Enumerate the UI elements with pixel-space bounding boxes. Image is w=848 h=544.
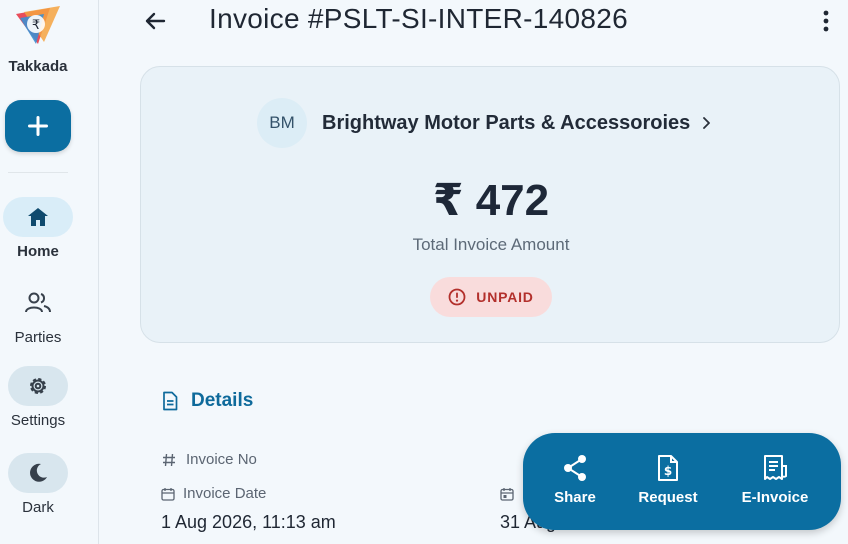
hash-icon <box>163 453 175 466</box>
sidebar-item-home[interactable]: Home <box>0 197 76 260</box>
moon-icon <box>30 463 47 482</box>
chevron-right-icon <box>703 117 711 129</box>
sidebar-item-label: Dark <box>22 499 54 516</box>
app-name: Takkada <box>8 58 68 75</box>
share-button[interactable]: Share <box>541 453 609 506</box>
request-button[interactable]: $ Request <box>629 453 707 506</box>
arrow-left-icon <box>145 12 166 30</box>
invoice-no-label: Invoice No <box>161 451 257 468</box>
document-rupee-icon: $ <box>658 455 678 481</box>
sidebar: ₹ Takkada Home Parties Settings Dark <box>0 0 99 544</box>
sidebar-item-dark[interactable]: Dark <box>0 453 76 516</box>
share-icon <box>564 455 586 481</box>
e-invoice-button[interactable]: E-Invoice <box>731 453 819 506</box>
e-invoice-label: E-Invoice <box>741 489 809 506</box>
share-label: Share <box>554 489 596 506</box>
request-label: Request <box>638 489 698 506</box>
status-label: UNPAID <box>476 289 534 305</box>
details-heading: Details <box>191 390 254 411</box>
home-icon <box>28 208 48 226</box>
more-options-button[interactable] <box>816 6 836 36</box>
svg-text:₹: ₹ <box>32 18 40 33</box>
sidebar-item-settings[interactable]: Settings <box>0 366 76 429</box>
sidebar-item-label: Parties <box>14 329 62 346</box>
add-new-button[interactable] <box>5 100 71 152</box>
gear-icon <box>30 378 46 394</box>
alert-circle-icon <box>448 288 466 306</box>
invoice-summary-card: BM Brightway Motor Parts & Accessoroies … <box>140 66 840 343</box>
people-icon <box>25 292 51 313</box>
calendar-icon <box>161 487 175 501</box>
svg-text:$: $ <box>664 464 672 478</box>
sidebar-item-parties[interactable]: Parties <box>0 283 76 346</box>
calendar-icon <box>500 487 514 501</box>
invoice-date-value: 1 Aug 2026, 11:13 am <box>161 512 336 532</box>
action-bar: Share $ Request E-Invoice <box>523 433 841 530</box>
more-vertical-icon <box>823 10 829 32</box>
status-badge: UNPAID <box>430 277 552 317</box>
invoice-date-label: Invoice Date <box>161 485 266 502</box>
details-section-header: Details <box>161 390 253 412</box>
sidebar-item-label: Home <box>17 243 59 260</box>
invoice-amount: ₹ 472 <box>432 176 550 225</box>
sidebar-item-label: Settings <box>10 412 66 429</box>
plus-icon <box>28 116 48 136</box>
app-logo: ₹ <box>14 4 62 46</box>
party-link[interactable]: BM Brightway Motor Parts & Accessoroies <box>257 97 714 149</box>
invoice-amount-label: Total Invoice Amount <box>412 235 570 254</box>
party-avatar: BM <box>257 98 307 148</box>
document-icon <box>163 391 178 411</box>
back-button[interactable] <box>140 6 170 36</box>
page-title: Invoice #PSLT-SI-INTER-140826 <box>209 3 629 34</box>
sidebar-divider <box>8 172 68 173</box>
receipt-icon <box>764 455 787 480</box>
party-name: Brightway Motor Parts & Accessoroies <box>322 111 691 134</box>
